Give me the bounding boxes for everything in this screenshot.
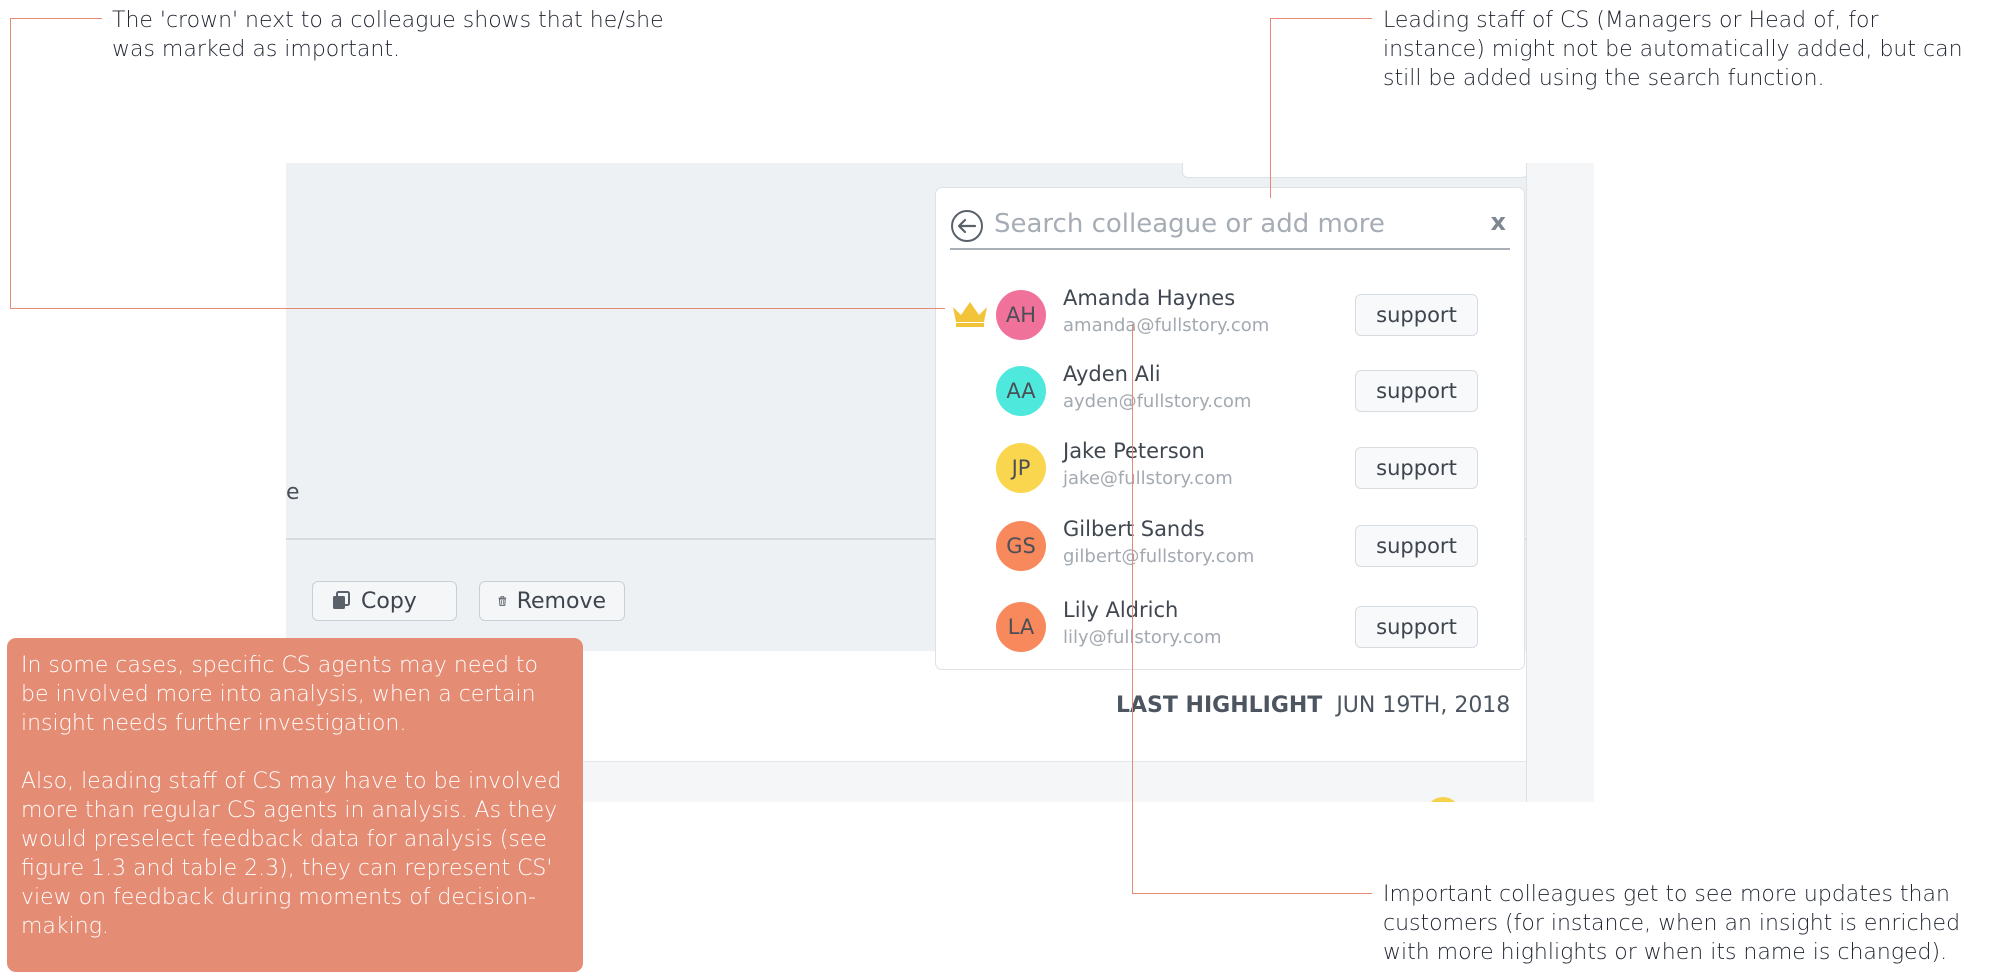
colleague-row[interactable]: AA Ayden Ali ayden@fullstory.com support — [950, 362, 1510, 426]
role-tag[interactable]: support — [1355, 370, 1478, 412]
updates-leader-vertical — [1132, 324, 1133, 894]
colleague-name: Lily Aldrich — [1063, 598, 1179, 622]
trash-icon — [498, 596, 507, 606]
avatar: GS — [996, 521, 1046, 571]
colleague-name: Ayden Ali — [1063, 362, 1161, 386]
colleague-email: gilbert@fullstory.com — [1063, 546, 1255, 567]
crown-annotation: The 'crown' next to a colleague shows th… — [112, 8, 664, 62]
truncated-text: e — [286, 480, 300, 505]
back-arrow-icon[interactable] — [950, 209, 984, 243]
updates-annotation: Important colleagues get to see more upd… — [1383, 882, 1961, 965]
colleague-email: lily@fullstory.com — [1063, 627, 1222, 648]
avatar: LA — [996, 602, 1046, 652]
staff-leader-vertical — [1270, 18, 1271, 198]
colleague-search-popup: x AH Amanda Haynes amanda@fullstory.com sup… — [935, 187, 1525, 670]
colleague-row[interactable]: GS Gilbert Sands gilbert@fullstory.com supp… — [950, 517, 1510, 581]
callout-paragraph-2: Also, leading staff of CS may have to be… — [21, 769, 562, 939]
last-highlight-date: JUN 19TH, 2018 — [1336, 693, 1511, 718]
right-strip — [1526, 163, 1594, 802]
colleague-name: Gilbert Sands — [1063, 517, 1205, 541]
role-tag[interactable]: support — [1355, 294, 1478, 336]
colleague-email: jake@fullstory.com — [1063, 468, 1233, 489]
colleague-name: Jake Peterson — [1063, 439, 1205, 463]
crown-icon — [953, 302, 987, 327]
colleague-row[interactable]: JP Jake Peterson jake@fullstory.com support — [950, 439, 1510, 503]
colleague-row[interactable]: LA Lily Aldrich lily@fullstory.com support — [950, 598, 1510, 662]
colleague-name: Amanda Haynes — [1063, 286, 1236, 310]
leading-staff-annotation: Leading staff of CS (Managers or Head of… — [1383, 8, 1963, 91]
updates-leader-horizontal — [1132, 893, 1372, 894]
staff-leader-top — [1270, 18, 1372, 19]
role-tag[interactable]: support — [1355, 447, 1478, 489]
copy-label: Copy — [361, 588, 417, 614]
copy-icon — [333, 591, 350, 609]
last-highlight: LAST HIGHLIGHT JUN 19TH, 2018 — [1116, 693, 1510, 718]
callout-paragraph-1: In some cases, specific CS agents may ne… — [21, 653, 538, 736]
crown-leader-top — [10, 18, 102, 19]
role-tag[interactable]: support — [1355, 606, 1478, 648]
avatar: AH — [996, 290, 1046, 340]
close-icon[interactable]: x — [1491, 208, 1506, 236]
last-highlight-label: LAST HIGHLIGHT — [1116, 693, 1323, 718]
top-tab-edge — [1182, 163, 1528, 178]
avatar: AA — [996, 366, 1046, 416]
search-bar: x — [950, 204, 1510, 250]
remove-label: Remove — [516, 588, 606, 614]
copy-button[interactable]: Copy — [312, 581, 457, 621]
search-input[interactable] — [994, 206, 1434, 242]
colleague-email: amanda@fullstory.com — [1063, 315, 1270, 336]
role-tag[interactable]: support — [1355, 525, 1478, 567]
crown-leader-vertical — [10, 18, 11, 309]
remove-button[interactable]: Remove — [479, 581, 625, 621]
colleague-row[interactable]: AH Amanda Haynes amanda@fullstory.com suppo… — [950, 286, 1510, 350]
crown-leader-horizontal — [10, 308, 945, 309]
info-callout: In some cases, specific CS agents may ne… — [7, 638, 583, 972]
avatar: JP — [996, 443, 1046, 493]
colleague-email: ayden@fullstory.com — [1063, 391, 1252, 412]
